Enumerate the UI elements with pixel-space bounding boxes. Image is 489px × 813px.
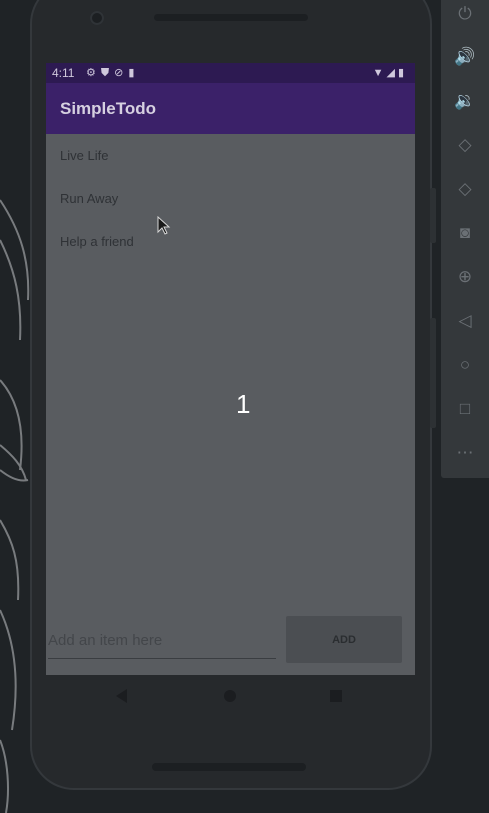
emulator-toolbar: ⏻ 🔊 🔉 ◇ ◇ ◙ ⊕ ◁ ○ □ ⋯: [441, 0, 489, 478]
side-button-volume: [430, 188, 436, 243]
earpiece-speaker: [154, 14, 308, 21]
nav-home-icon[interactable]: [224, 690, 236, 702]
todo-list: Live Life Run Away Help a friend: [46, 134, 415, 263]
app-bar: SimpleTodo: [46, 83, 415, 134]
status-time: 4:11: [52, 66, 75, 80]
more-icon[interactable]: ⋯: [453, 441, 477, 465]
volume-down-icon[interactable]: 🔉: [453, 89, 477, 113]
volume-up-icon[interactable]: 🔊: [453, 45, 477, 69]
sync-off-icon: ⊘: [114, 67, 129, 79]
todo-item[interactable]: Live Life: [46, 134, 415, 177]
settings-icon: ⚙: [86, 67, 101, 79]
side-button-power: [430, 318, 436, 428]
shield-icon: ⛊: [100, 67, 115, 79]
rotate-right-icon[interactable]: ◇: [453, 177, 477, 201]
wifi-icon: ▼: [372, 67, 387, 79]
camera-icon[interactable]: ◙: [453, 221, 477, 245]
nav-overview-icon[interactable]: [330, 690, 342, 702]
front-camera: [90, 11, 104, 25]
signal-icon: ◢: [386, 67, 398, 79]
app-title: SimpleTodo: [60, 99, 157, 118]
status-bar: 4:11 ⚙⛊⊘▮ ▼◢▮: [46, 63, 415, 83]
add-button[interactable]: ADD: [286, 616, 402, 663]
nav-back-icon[interactable]: [116, 689, 127, 703]
overview-icon[interactable]: □: [453, 397, 477, 421]
mouse-cursor-icon: [157, 216, 171, 235]
battery-icon: ▮: [397, 67, 407, 79]
back-icon[interactable]: ◁: [453, 309, 477, 333]
bottom-speaker: [152, 763, 306, 771]
todo-item[interactable]: Run Away: [46, 177, 415, 220]
zoom-icon[interactable]: ⊕: [453, 265, 477, 289]
overlay-step-number: 1: [236, 389, 251, 419]
rotate-left-icon[interactable]: ◇: [453, 133, 477, 157]
new-item-input[interactable]: [48, 623, 276, 659]
power-icon[interactable]: ⏻: [453, 2, 477, 26]
sd-card-icon: ▮: [128, 67, 140, 79]
todo-item[interactable]: Help a friend: [46, 220, 415, 263]
home-icon[interactable]: ○: [453, 353, 477, 377]
device-screen: 4:11 ⚙⛊⊘▮ ▼◢▮ SimpleTodo Live Life Run A…: [46, 63, 415, 675]
navigation-bar: [46, 675, 415, 719]
